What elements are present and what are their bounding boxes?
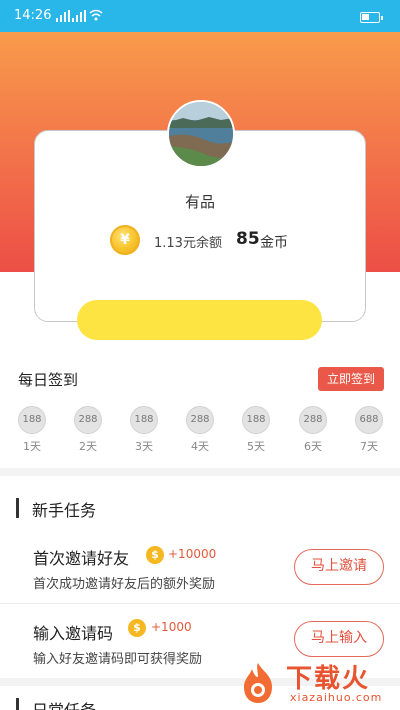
gold-unit: 金币: [260, 235, 288, 251]
yuan-coin-icon: ¥: [110, 225, 140, 255]
signin-title: 每日签到: [18, 371, 79, 389]
watermark: 下载火 xiazaihuo.com: [232, 655, 400, 710]
day-reward: 188: [242, 406, 270, 434]
day-label: 3天: [135, 440, 153, 453]
username: 有品: [184, 193, 215, 211]
invite-now-button[interactable]: 马上邀请: [294, 549, 384, 585]
day-label: 5天: [247, 440, 265, 453]
status-bar: 14:26: [0, 0, 400, 32]
task-title-code: 输入邀请码: [33, 624, 114, 643]
task-desc-invite: 首次成功邀请好友后的额外奖励: [33, 577, 216, 592]
signin-day: 288 2天: [73, 406, 103, 454]
withdraw-button[interactable]: [77, 300, 322, 340]
signin-day: 288 6天: [298, 406, 328, 454]
day-reward: 288: [74, 406, 102, 434]
signin-day: 188 1天: [17, 406, 47, 454]
task-separator: [0, 603, 400, 604]
day-reward: 688: [355, 406, 383, 434]
avatar[interactable]: [167, 100, 235, 168]
coin-icon: $: [128, 619, 146, 637]
daily-tasks-title: 日常任务: [32, 697, 96, 710]
signin-day: 188 5天: [241, 406, 271, 454]
day-reward: 288: [186, 406, 214, 434]
day-reward: 188: [18, 406, 46, 434]
signal-icon: [72, 10, 86, 22]
task-reward-invite: +10000: [168, 547, 217, 561]
signin-day: 288 4天: [185, 406, 215, 454]
cash-balance: 1.13元余额: [154, 236, 222, 251]
status-time: 14:26: [14, 8, 52, 23]
day-label: 1天: [23, 440, 41, 453]
signin-button[interactable]: 立即签到: [318, 367, 384, 391]
day-label: 7天: [360, 440, 378, 453]
day-label: 4天: [191, 440, 209, 453]
day-label: 2天: [79, 440, 97, 453]
task-desc-code: 输入好友邀请码即可获得奖励: [33, 652, 203, 667]
coin-icon: $: [146, 546, 164, 564]
battery-icon: [360, 12, 383, 23]
enter-code-button[interactable]: 马上输入: [294, 621, 384, 657]
section-divider: [0, 468, 400, 476]
signal-icon: [56, 10, 70, 22]
task-title-invite: 首次邀请好友: [33, 549, 130, 568]
flame-logo-icon: [244, 663, 272, 703]
newbie-tasks-title: 新手任务: [32, 501, 97, 520]
signin-day: 188 3天: [129, 406, 159, 454]
day-label: 6天: [304, 440, 322, 453]
task-reward-code: +1000: [151, 620, 192, 634]
section-marker: [16, 498, 19, 518]
wifi-icon: [89, 9, 103, 21]
signin-day: 688 7天: [354, 406, 384, 454]
watermark-url: xiazaihuo.com: [290, 691, 383, 704]
day-reward: 188: [130, 406, 158, 434]
gold-amount: 85: [236, 229, 260, 249]
watermark-text: 下载火: [286, 664, 371, 694]
section-marker: [16, 698, 19, 710]
day-reward: 288: [299, 406, 327, 434]
